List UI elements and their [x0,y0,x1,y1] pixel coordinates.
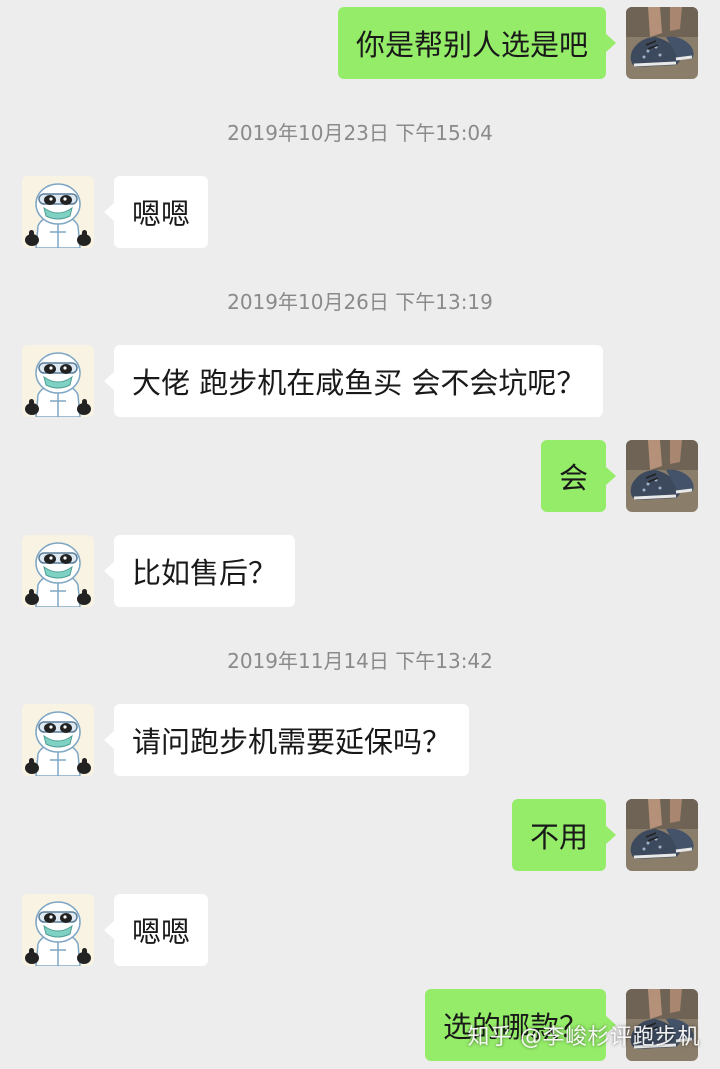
self-avatar[interactable] [626,799,698,871]
message-row: 嗯嗯 [22,176,209,248]
message-row: 请问跑步机需要延保吗？ [22,704,470,776]
message-row: 嗯嗯 [22,894,209,966]
panda-avatar-icon [22,535,94,607]
sneaker-photo-avatar-icon [626,799,698,871]
zhihu-watermark: 知乎 @李峻杉评跑步机 [467,1025,700,1050]
contact-avatar[interactable] [22,176,94,248]
received-message-bubble[interactable]: 嗯嗯 [103,894,209,966]
sent-message-bubble[interactable]: 不用 [511,799,617,871]
sent-message-bubble[interactable]: 你是帮别人选是吧 [337,7,617,79]
message-row: 不用 [511,799,698,871]
received-message-bubble[interactable]: 请问跑步机需要延保吗？ [103,704,470,776]
message-timestamp: 2019年11月14日 下午13:42 [227,649,493,673]
self-avatar[interactable] [626,7,698,79]
panda-avatar-icon [22,894,94,966]
received-message-bubble[interactable]: 比如售后？ [103,535,296,607]
contact-avatar[interactable] [22,345,94,417]
self-avatar[interactable] [626,440,698,512]
message-timestamp: 2019年10月23日 下午15:04 [227,121,493,145]
received-message-bubble[interactable]: 大佬 跑步机在咸鱼买 会不会坑呢？ [103,345,604,417]
contact-avatar[interactable] [22,894,94,966]
sent-message-bubble[interactable]: 会 [540,440,617,512]
message-row: 大佬 跑步机在咸鱼买 会不会坑呢？ [22,345,604,417]
panda-avatar-icon [22,345,94,417]
message-row: 会 [540,440,698,512]
message-row: 你是帮别人选是吧 [337,7,698,79]
panda-avatar-icon [22,176,94,248]
contact-avatar[interactable] [22,704,94,776]
panda-avatar-icon [22,704,94,776]
message-timestamp: 2019年10月26日 下午13:19 [227,290,493,314]
received-message-bubble[interactable]: 嗯嗯 [103,176,209,248]
sneaker-photo-avatar-icon [626,7,698,79]
sneaker-photo-avatar-icon [626,440,698,512]
contact-avatar[interactable] [22,535,94,607]
message-row: 比如售后？ [22,535,296,607]
